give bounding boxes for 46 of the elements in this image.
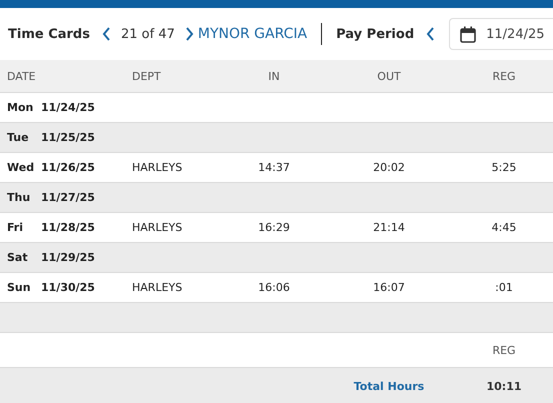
table-cell-text: 4:45 xyxy=(490,221,518,234)
table-cell-text: 16:07 xyxy=(372,281,406,294)
chevron-right-icon xyxy=(184,27,194,41)
date: 11/28/25 xyxy=(41,221,95,234)
page-title: Time Cards xyxy=(8,26,90,42)
column-header: DEPT xyxy=(131,70,162,82)
date: 11/24/25 xyxy=(41,101,95,114)
table-cell-text: 14:37 xyxy=(257,161,291,174)
record-position: 21 of 47 xyxy=(120,26,175,42)
weekday: Fri xyxy=(7,221,24,234)
table-cell-text: 16:29 xyxy=(257,221,291,234)
date: 11/30/25 xyxy=(41,281,95,294)
column-header: IN xyxy=(267,70,281,82)
calendar-icon xyxy=(460,26,476,42)
previous-period-button[interactable] xyxy=(426,27,436,41)
date-range-field[interactable]: 11/24/25 xyxy=(449,18,553,50)
table-cell-text: HARLEYS xyxy=(131,281,184,294)
total-hours-value: 10:11 xyxy=(485,380,522,392)
table-cell-text: :01 xyxy=(494,281,514,294)
table-cell-text: HARLEYS xyxy=(131,161,184,174)
next-button[interactable] xyxy=(184,27,194,41)
chevron-left-icon xyxy=(102,27,111,41)
weekday: Thu xyxy=(7,191,31,204)
column-header: REG xyxy=(491,344,517,356)
date: 11/29/25 xyxy=(41,251,95,264)
column-header: OUT xyxy=(376,70,402,82)
table-cell-text: HARLEYS xyxy=(131,221,184,234)
weekday: Sun xyxy=(7,281,31,294)
employee-name[interactable]: MYNOR GARCIA xyxy=(198,26,308,42)
weekday: Tue xyxy=(7,131,30,144)
total-hours-label: Total Hours xyxy=(352,380,426,392)
date: 11/27/25 xyxy=(41,191,95,204)
table-cell-text: 5:25 xyxy=(490,161,518,174)
table-cell-text: 16:06 xyxy=(257,281,291,294)
weekday: Mon xyxy=(7,101,31,114)
chevron-left-icon xyxy=(426,27,436,41)
date: 11/26/25 xyxy=(41,161,95,174)
date: 11/25/25 xyxy=(41,131,95,144)
weekday: Sat xyxy=(7,251,29,264)
column-header: REG xyxy=(491,70,517,82)
column-header: DATE xyxy=(6,70,37,82)
weekday: Wed xyxy=(7,161,31,174)
table-cell-text: 21:14 xyxy=(372,221,406,234)
table-cell-text: 20:02 xyxy=(372,161,406,174)
previous-button[interactable] xyxy=(102,27,111,41)
pay-period-label: Pay Period xyxy=(336,26,414,42)
